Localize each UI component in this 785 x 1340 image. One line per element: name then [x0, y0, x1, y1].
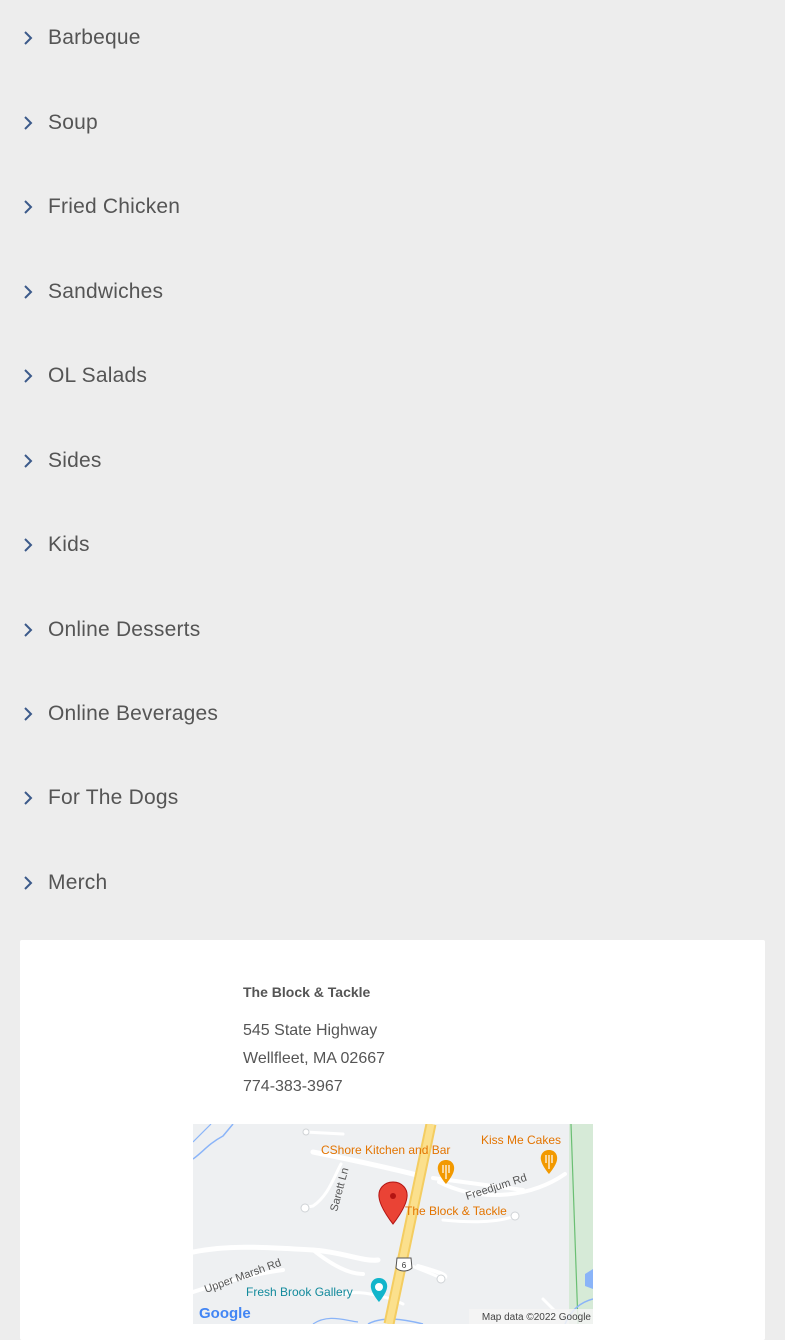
menu-category-sides[interactable]: Sides: [0, 431, 785, 491]
chevron-right-icon: [24, 369, 33, 383]
business-name: The Block & Tackle: [243, 984, 371, 1000]
menu-category-label: OL Salads: [48, 364, 148, 387]
chevron-right-icon: [24, 285, 33, 299]
map-place-label-kissme: Kiss Me Cakes: [481, 1133, 561, 1147]
menu-category-label: Barbeque: [48, 26, 141, 49]
google-logo: Google: [199, 1305, 251, 1322]
menu-category-online-beverages[interactable]: Online Beverages: [0, 684, 785, 744]
location-info-card: The Block & Tackle 545 State Highway Wel…: [20, 940, 765, 1340]
route-shield-icon: 6: [395, 1257, 413, 1272]
menu-category-label: Fried Chicken: [48, 195, 181, 218]
menu-category-fried-chicken[interactable]: Fried Chicken: [0, 177, 785, 237]
address-city: Wellfleet, MA 02667: [243, 1050, 386, 1067]
map-place-label-cshore: CShore Kitchen and Bar: [321, 1143, 450, 1157]
menu-category-label: Sandwiches: [48, 280, 164, 303]
map-canvas: 6 Sarett Ln Freedjum Rd Upper Marsh Rd C…: [193, 1124, 593, 1324]
map-route-number: 6: [402, 1261, 407, 1270]
address-street: 545 State Highway: [243, 1022, 378, 1039]
menu-category-label: Kids: [48, 533, 90, 556]
menu-category-label: For The Dogs: [48, 786, 179, 809]
chevron-right-icon: [24, 791, 33, 805]
chevron-right-icon: [24, 454, 33, 468]
menu-category-ol-salads[interactable]: OL Salads: [0, 346, 785, 406]
chevron-right-icon: [24, 707, 33, 721]
menu-category-for-the-dogs[interactable]: For The Dogs: [0, 768, 785, 828]
map-place-label-freshbrook: Fresh Brook Gallery: [246, 1285, 353, 1299]
menu-category-label: Merch: [48, 871, 108, 894]
map-place-label-block: The Block & Tackle: [405, 1204, 507, 1218]
chevron-right-icon: [24, 538, 33, 552]
chevron-right-icon: [24, 623, 33, 637]
menu-category-online-desserts[interactable]: Online Desserts: [0, 600, 785, 660]
menu-category-label: Online Beverages: [48, 702, 219, 725]
menu-category-label: Online Desserts: [48, 618, 201, 641]
menu-category-merch[interactable]: Merch: [0, 853, 785, 913]
menu-category-soup[interactable]: Soup: [0, 93, 785, 153]
location-map[interactable]: 6 Sarett Ln Freedjum Rd Upper Marsh Rd C…: [193, 1124, 593, 1324]
menu-category-label: Sides: [48, 449, 102, 472]
menu-category-barbeque[interactable]: Barbeque: [0, 8, 785, 68]
menu-category-sandwiches[interactable]: Sandwiches: [0, 262, 785, 322]
menu-category-label: Soup: [48, 111, 98, 134]
chevron-right-icon: [24, 200, 33, 214]
chevron-right-icon: [24, 116, 33, 130]
chevron-right-icon: [24, 876, 33, 890]
phone-number[interactable]: 774-383-3967: [243, 1078, 343, 1096]
chevron-right-icon: [24, 31, 33, 45]
menu-category-kids[interactable]: Kids: [0, 515, 785, 575]
map-attribution: Map data ©2022 Google: [482, 1312, 592, 1323]
